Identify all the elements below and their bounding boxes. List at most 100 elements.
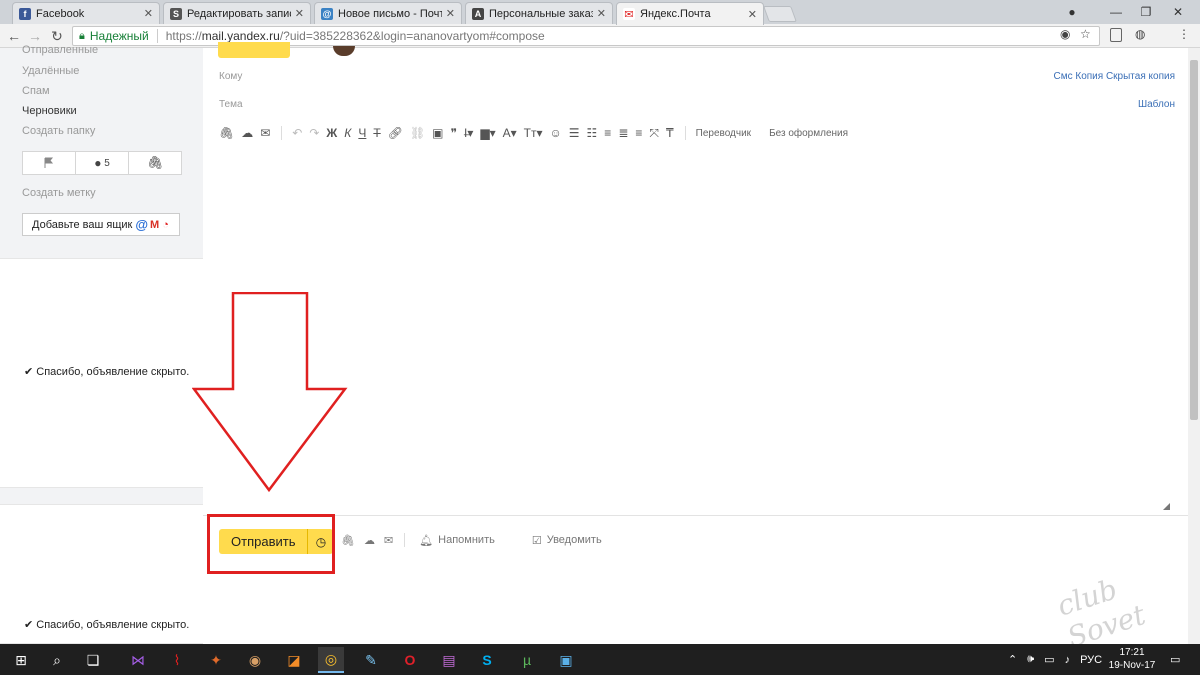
profile-icon[interactable]: ● (1050, 0, 1094, 24)
translator-button[interactable]: Переводчик (696, 128, 751, 139)
app-globe-icon[interactable]: ◉ (242, 647, 268, 673)
strikethrough-button[interactable]: Т (373, 126, 380, 140)
italic-button[interactable]: К (344, 126, 351, 140)
app-bowtie-icon[interactable]: ⋈ (125, 647, 151, 673)
quote-icon[interactable]: ❞ (451, 126, 457, 140)
numbered-list-icon[interactable]: ☷ (587, 126, 598, 140)
bold-button[interactable]: Ж (326, 126, 337, 140)
close-icon[interactable]: ✕ (144, 7, 153, 20)
new-tab-button[interactable] (763, 6, 797, 22)
search-icon[interactable]: ⌕ (44, 647, 70, 673)
acrobat-icon[interactable]: ⌇ (164, 647, 190, 673)
align-right-icon[interactable]: ≡ (635, 126, 642, 140)
menu-icon[interactable]: ⋮ (1178, 27, 1190, 41)
notification-icon[interactable]: ▭ (1170, 644, 1180, 675)
cloud-attach-icon[interactable]: ☁ (241, 126, 253, 140)
resize-handle[interactable] (1163, 503, 1170, 510)
link-icon[interactable]: 🔗︎ (388, 126, 403, 140)
speaker-icon[interactable]: ♪ (1065, 654, 1071, 666)
red-arrow-annotation (192, 292, 348, 493)
app-flame-icon[interactable]: ✦ (203, 647, 229, 673)
create-folder-link[interactable]: Создать папку (22, 125, 95, 137)
compose-area: Кому Смс Копия Скрытая копия Тема Шаблон… (203, 42, 1188, 644)
app-game-icon[interactable]: ▤ (436, 647, 462, 673)
flag-filter-button[interactable] (23, 152, 76, 174)
app-window-icon[interactable]: ▣ (553, 647, 579, 673)
eye-icon[interactable]: ◉ (1060, 27, 1070, 41)
utorrent-icon[interactable]: µ (514, 647, 540, 673)
cut-off-button[interactable] (218, 42, 290, 58)
no-format-button[interactable]: Без оформления (769, 128, 848, 139)
attach-icon[interactable]: 🖇︎ (341, 534, 355, 547)
cloud-attach-icon[interactable]: ☁ (364, 534, 375, 547)
opera-icon[interactable]: O (397, 647, 423, 673)
attach-icon[interactable]: 🖇︎ (219, 126, 234, 140)
underline-button[interactable]: Ч (358, 126, 366, 140)
app-orange-icon[interactable]: ◪ (281, 647, 307, 673)
windows-start-icon[interactable]: ⊞ (8, 647, 34, 673)
folder-spam[interactable]: Спам (22, 85, 50, 97)
network-icon[interactable]: ▭ (1044, 653, 1054, 666)
font-color-icon[interactable]: A▾ (503, 126, 517, 140)
subject-field-label[interactable]: Тема (219, 99, 243, 110)
forward-button[interactable]: → (26, 27, 44, 45)
volume-icon[interactable]: 🕪︎ (1027, 653, 1034, 666)
scrollbar-thumb[interactable] (1190, 60, 1198, 420)
check-icon: ✔ (24, 366, 34, 378)
folder-drafts[interactable]: Черновики (22, 105, 77, 117)
bell-icon: 🔔︎ (419, 534, 434, 547)
language-indicator[interactable]: РУС (1080, 654, 1102, 666)
page-scrollbar[interactable] (1188, 48, 1200, 644)
to-field-label[interactable]: Кому (219, 71, 242, 82)
align-center-icon[interactable]: ≣ (618, 126, 628, 140)
tab-label: Новое письмо - Почта (338, 7, 442, 20)
text-size-icon[interactable]: I̶▾ (464, 126, 473, 140)
skype-icon[interactable]: S (474, 647, 500, 673)
unlink-icon[interactable]: ⛓ (410, 126, 425, 140)
folder-sent[interactable]: Отправленные (22, 44, 98, 56)
font-family-icon[interactable]: Tт▾ (524, 126, 543, 140)
notify-button[interactable]: ☑ Уведомить (532, 534, 630, 547)
back-button[interactable]: ← (5, 27, 23, 45)
bullet-list-icon[interactable]: ☰ (569, 126, 580, 140)
image-icon[interactable]: ▣ (432, 126, 443, 140)
extension-icon[interactable] (1110, 28, 1122, 42)
folder-deleted[interactable]: Удалённые (22, 65, 79, 77)
template-link[interactable]: Шаблон (1138, 99, 1175, 110)
window-close-button[interactable]: ✕ (1156, 0, 1200, 24)
close-icon[interactable]: ✕ (597, 7, 606, 20)
tab-edit-post[interactable]: S Редактировать запись ✕ (163, 2, 311, 24)
app-brush-icon[interactable]: ✎ (358, 647, 384, 673)
remind-button[interactable]: 🔔︎ Напомнить (419, 534, 523, 547)
tab-label: Редактировать запись (187, 7, 291, 20)
align-left-icon[interactable]: ≡ (604, 126, 611, 140)
star-icon[interactable]: ☆ (1080, 27, 1091, 41)
tab-new-letter[interactable]: @ Новое письмо - Почта ✕ (314, 2, 462, 24)
chrome-icon[interactable]: ◎ (318, 647, 344, 673)
tab-yandex-mail[interactable]: ✉ Яндекс.Почта ✕ (616, 2, 764, 25)
extension-globe-icon[interactable]: ◍ (1135, 27, 1145, 41)
attachment-filter-button[interactable]: 🖇︎ (129, 152, 181, 174)
fullscreen-icon[interactable]: ⤧ (649, 126, 659, 141)
mail-attach-icon[interactable]: ✉ (384, 534, 393, 547)
clear-format-icon[interactable]: ₸ (666, 126, 674, 140)
undo-icon[interactable]: ↶ (292, 126, 302, 140)
task-view-icon[interactable]: ❏ (80, 647, 106, 673)
avatar[interactable] (333, 46, 355, 56)
tab-personal-orders[interactable]: A Персональные заказы ✕ (465, 2, 613, 24)
chevron-up-icon[interactable]: ⌃ (1008, 653, 1017, 666)
add-mailbox-button[interactable]: Добавьте ваш ящик @ M ◔ (22, 213, 180, 236)
recipient-options[interactable]: Смс Копия Скрытая копия (1054, 71, 1176, 82)
text-bg-icon[interactable]: ▆▾ (480, 126, 495, 140)
close-icon[interactable]: ✕ (748, 8, 757, 21)
unread-filter-button[interactable]: ● 5 (76, 152, 129, 174)
reload-button[interactable]: ↻ (48, 27, 66, 45)
emoji-icon[interactable]: ☺ (550, 126, 562, 140)
redo-icon[interactable]: ↷ (309, 126, 319, 140)
close-icon[interactable]: ✕ (295, 7, 304, 20)
taskbar-clock[interactable]: 17:21 19-Nov-17 (1108, 646, 1156, 672)
mail-attach-icon[interactable]: ✉ (260, 126, 270, 140)
tab-facebook[interactable]: f Facebook ✕ (12, 2, 160, 24)
create-label-link[interactable]: Создать метку (22, 187, 96, 199)
close-icon[interactable]: ✕ (446, 7, 455, 20)
